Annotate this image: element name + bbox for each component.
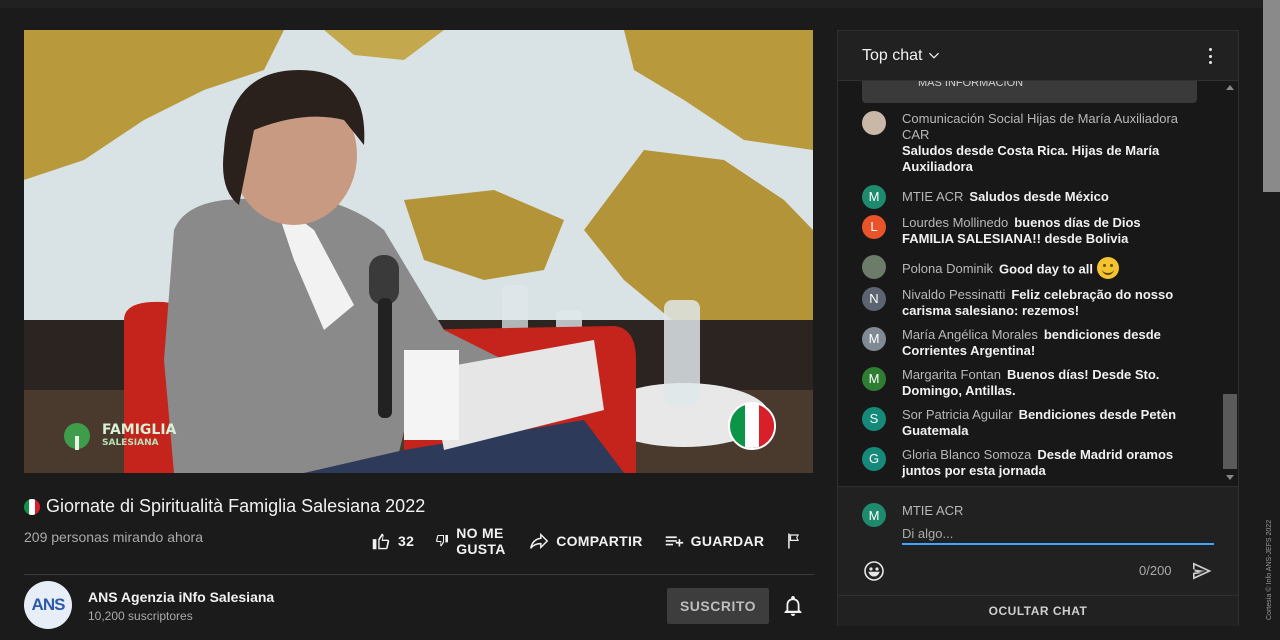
dot-icon: [1208, 61, 1212, 64]
italy-flag-badge: [728, 402, 776, 450]
notification-bell-button[interactable]: [781, 594, 805, 618]
italy-flag-icon: [24, 498, 40, 515]
smiley-icon: [864, 561, 884, 581]
courtesy-caption: Cortesía © Info ANS-JEFS 2022: [1266, 519, 1273, 620]
chat-message[interactable]: M María Angélica Morales bendiciones desd…: [862, 327, 1192, 359]
chat-more-options-button[interactable]: [1200, 45, 1220, 67]
chat-title: Top chat: [862, 47, 923, 64]
top-bar: [0, 0, 1280, 8]
thumbs-up-icon: [372, 533, 390, 550]
watermark-text: FAMIGLIA SALESIANA: [102, 422, 177, 448]
like-count: 32: [398, 533, 415, 549]
chat-scroll-thumb[interactable]: [1223, 394, 1237, 469]
chat-avatar: S: [862, 407, 886, 431]
dislike-label: NO ME GUSTA: [456, 525, 506, 557]
chat-avatar: L: [862, 215, 886, 239]
channel-avatar-logo: ANS: [31, 595, 66, 614]
emoji-picker-button[interactable]: [862, 559, 886, 583]
like-button[interactable]: 32: [370, 530, 414, 552]
video-title: Giornate di Spiritualità Famiglia Salesi…: [46, 496, 426, 516]
message-author: MTIE ACR: [902, 189, 964, 204]
message-author: Gloria Blanco Somoza: [902, 447, 1032, 462]
chat-message[interactable]: G Gloria Blanco Somoza Desde Madrid oramo…: [862, 447, 1192, 479]
chat-avatar: M: [862, 327, 886, 351]
playlist-add-icon: [665, 536, 683, 547]
message-author: Comunicación Social Hijas de María Auxil…: [902, 111, 1179, 142]
info-divider: [24, 574, 814, 575]
video-title-row: Giornate di Spiritualità Famiglia Salesi…: [24, 496, 425, 517]
video-actions: 32 NO ME GUSTA COMPARTIR GUARDAR: [370, 522, 824, 560]
chat-message[interactable]: N Nivaldo Pessinatti Feliz celebração do …: [862, 287, 1192, 319]
share-arrow-icon: [530, 532, 549, 550]
composer-username: MTIE ACR: [902, 503, 964, 518]
smile-emoji-icon: [1096, 257, 1119, 279]
composer-avatar: M: [862, 503, 886, 527]
character-counter: 0/200: [1139, 563, 1172, 578]
chat-avatar: [862, 255, 886, 279]
chat-messages-list: Comunicación Social Hijas de María Auxil…: [838, 109, 1222, 481]
chat-avatar: G: [862, 447, 886, 471]
chat-message[interactable]: L Lourdes Mollinedo buenos días de Dios F…: [862, 215, 1192, 247]
channel-name[interactable]: ANS Agenzia iNfo Salesiana: [88, 589, 274, 605]
report-button[interactable]: [784, 531, 804, 551]
message-author: Nivaldo Pessinatti: [902, 287, 1006, 302]
chat-avatar: N: [862, 287, 886, 311]
message-author: Margarita Fontan: [902, 367, 1001, 382]
video-frame: [24, 30, 813, 473]
scroll-down-arrow-icon[interactable]: [1226, 475, 1234, 480]
chat-message[interactable]: M MTIE ACR Saludos desde México: [862, 185, 1192, 209]
chat-avatar: [862, 111, 886, 135]
chat-message[interactable]: M Margarita Fontan Buenos días! Desde Sto…: [862, 367, 1192, 399]
message-author: Sor Patricia Aguilar: [902, 407, 1013, 422]
pinned-message[interactable]: MAS INFORMACIÓN: [862, 81, 1197, 103]
live-chat-panel: Top chat MAS INFORMACIÓN Comunicación So…: [837, 30, 1239, 626]
chat-message[interactable]: Polona Dominik Good day to all: [862, 255, 1192, 281]
chat-composer: M MTIE ACR 0/200: [838, 486, 1238, 595]
famiglia-salesiana-watermark: FAMIGLIA SALESIANA: [58, 422, 176, 452]
message-author: María Angélica Morales: [902, 327, 1038, 342]
save-button[interactable]: GUARDAR: [663, 530, 765, 552]
chat-message-input[interactable]: [902, 523, 1214, 545]
hide-chat-button[interactable]: OCULTAR CHAT: [838, 595, 1238, 626]
share-label: COMPARTIR: [556, 533, 643, 549]
message-author: Lourdes Mollinedo: [902, 215, 1009, 230]
save-label: GUARDAR: [690, 533, 765, 549]
chat-header: Top chat: [838, 31, 1238, 81]
chat-message[interactable]: Comunicación Social Hijas de María Auxil…: [862, 111, 1192, 175]
video-player[interactable]: FAMIGLIA SALESIANA: [24, 30, 813, 473]
pinned-fragment: MAS INFORMACIÓN: [918, 81, 1024, 89]
subscriber-count: 10,200 suscriptores: [88, 609, 193, 623]
page-scrollbar-thumb[interactable]: [1263, 0, 1280, 192]
bell-icon: [784, 596, 802, 616]
viewer-count: 209 personas mirando ahora: [24, 529, 204, 545]
top-chat-dropdown[interactable]: Top chat: [862, 47, 942, 65]
chat-message[interactable]: S Sor Patricia Aguilar Bendiciones desde …: [862, 407, 1192, 439]
send-button[interactable]: [1190, 559, 1214, 583]
message-text: Saludos desde México: [969, 189, 1109, 204]
message-text: Saludos desde Costa Rica. Hijas de María…: [902, 143, 1160, 174]
dot-icon: [1208, 48, 1212, 51]
message-author: Polona Dominik: [902, 261, 994, 277]
flag-icon: [788, 533, 800, 549]
thumbs-down-icon: [436, 535, 449, 547]
message-text: Good day to all: [999, 261, 1093, 277]
dislike-button[interactable]: NO ME GUSTA: [434, 525, 508, 557]
chat-avatar: M: [862, 185, 886, 209]
scroll-up-arrow-icon[interactable]: [1226, 85, 1234, 90]
tree-logo-icon: [64, 423, 90, 450]
send-icon: [1193, 562, 1212, 580]
channel-avatar[interactable]: ANS: [24, 581, 72, 629]
chevron-down-icon: [929, 52, 940, 59]
chat-avatar: M: [862, 367, 886, 391]
subscribed-button[interactable]: SUSCRITO: [667, 588, 769, 624]
dot-icon: [1208, 54, 1212, 58]
share-button[interactable]: COMPARTIR: [528, 530, 642, 552]
